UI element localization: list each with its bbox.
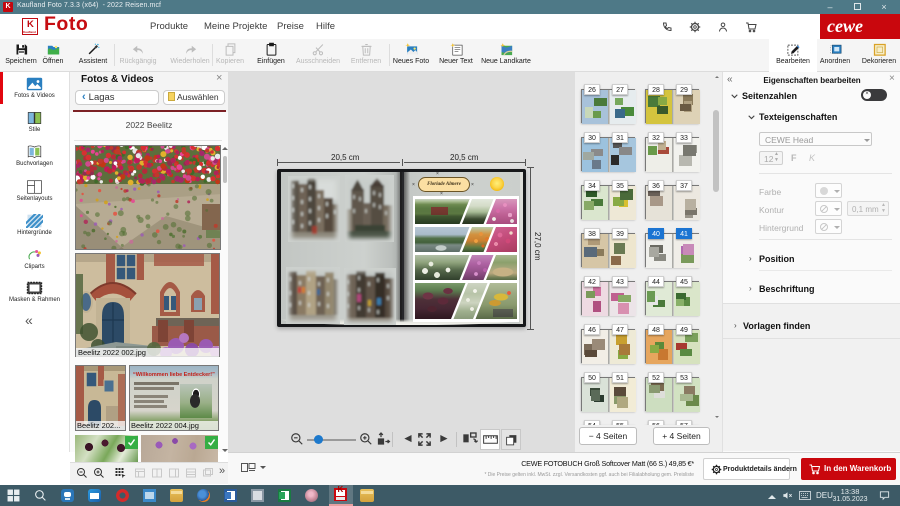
svg-text:cewe: cewe — [827, 17, 863, 36]
